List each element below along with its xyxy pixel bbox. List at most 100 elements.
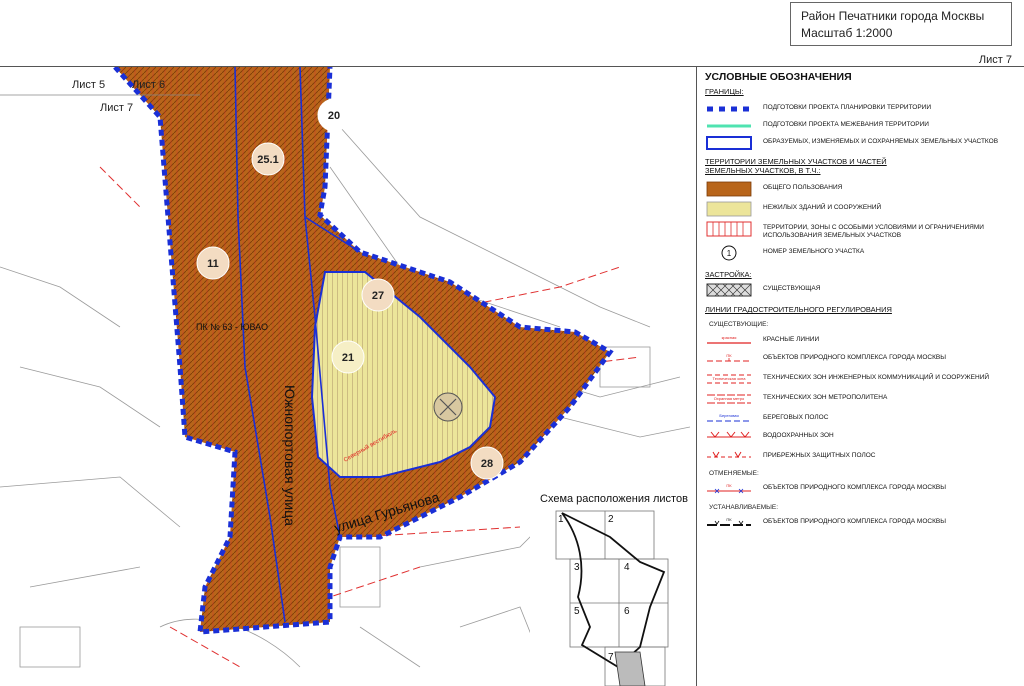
map-panel[interactable]: Лист 5 Лист 6 Лист 7 25.1 20 11 27 21 28 (0, 67, 695, 686)
legend-set-heading: УСТАНАВЛИВАЕМЫЕ: (709, 504, 779, 511)
legend-row: ПРИБРЕЖНЫХ ЗАЩИТНЫХ ПОЛОС (705, 449, 1021, 467)
sheet-label-7: Лист 7 (100, 102, 133, 114)
parcel-number-symbol: 1 (721, 245, 737, 261)
legend-title: УСЛОВНЫЕ ОБОЗНАЧЕНИЯ (705, 71, 852, 83)
inset-current-sheet (614, 651, 646, 686)
building-symbol (706, 283, 752, 297)
legend-row: красная КРАСНЫЕ ЛИНИИ (705, 333, 1021, 351)
symbol-caption: Береговая (719, 413, 738, 418)
legend-borders-heading: ГРАНИЦЫ: (705, 87, 744, 96)
legend-row: Техническая зона ТЕХНИЧЕСКИХ ЗОН ИНЖЕНЕР… (705, 371, 1021, 389)
legend-text: ТЕХНИЧЕСКИХ ЗОН ИНЖЕНЕРНЫХ КОММУНИКАЦИЙ … (763, 374, 990, 381)
symbol-caption: ПК (726, 353, 732, 358)
legend-text: ПОДГОТОВКИ ПРОЕКТА МЕЖЕВАНИЯ ТЕРРИТОРИИ (763, 121, 929, 128)
inset-cell-1: 1 (558, 514, 564, 525)
parcel-number: 21 (342, 352, 354, 364)
cancel-line-symbol: ПК (707, 483, 751, 494)
legend-lines-heading: ЛИНИИ ГРАДОСТРОИТЕЛЬНОГО РЕГУЛИРОВАНИЯ (705, 305, 892, 314)
nonresidential-symbol (706, 201, 752, 217)
shore-line-symbol: Береговая (707, 413, 751, 422)
nature-label: ПК № 63 - ЮВАО (196, 322, 268, 332)
red-line-symbol: красная (707, 335, 751, 344)
public-use-symbol (706, 181, 752, 197)
symbol-caption: красная (722, 335, 737, 340)
parcel-marker[interactable]: 25.1 (251, 142, 285, 176)
inset-title: Схема расположения листов (540, 493, 688, 505)
sheet-number: Лист 7 (978, 54, 1012, 66)
legend-existing-heading: СУЩЕСТВУЮЩИЕ: (709, 321, 769, 328)
legend-text: ОБЪЕКТОВ ПРИРОДНОГО КОМПЛЕКСА ГОРОДА МОС… (763, 354, 946, 361)
legend-row: ВОДООХРАННЫХ ЗОН (705, 429, 1021, 447)
legend-row: ОБРАЗУЕМЫХ, ИЗМЕНЯЕМЫХ И СОХРАНЯЕМЫХ ЗЕМ… (705, 135, 1021, 153)
parcel-number: 20 (328, 110, 340, 122)
legend-text: НЕЖИЛЫХ ЗДАНИЙ И СООРУЖЕНИЙ (763, 204, 882, 211)
building-existing (433, 392, 463, 422)
legend-text: ОБРАЗУЕМЫХ, ИЗМЕНЯЕМЫХ И СОХРАНЯЕМЫХ ЗЕМ… (763, 138, 999, 145)
parcel-number: 27 (372, 290, 384, 302)
inset-cell-2: 2 (608, 514, 614, 525)
legend-row: ПК ОБЪЕКТОВ ПРИРОДНОГО КОМПЛЕКСА ГОРОДА … (705, 481, 1021, 499)
metro-zone-symbol: Охранная метро (707, 394, 751, 404)
blue-box-symbol (706, 136, 752, 150)
parcel-marker[interactable]: 20 (317, 98, 351, 132)
tech-zone-symbol: Техническая зона (707, 374, 751, 384)
legend-row: ТЕРРИТОРИИ, ЗОНЫ С ОСОБЫМИ УСЛОВИЯМИ И О… (705, 221, 1021, 239)
legend-text: ПРИБРЕЖНЫХ ЗАЩИТНЫХ ПОЛОС (763, 452, 876, 459)
title-block: Район Печатники города Москвы Масштаб 1:… (790, 2, 1012, 46)
legend-text: ВОДООХРАННЫХ ЗОН (763, 432, 834, 439)
legend-row: 1 НОМЕР ЗЕМЕЛЬНОГО УЧАСТКА (705, 245, 1021, 263)
legend-text: ТЕРРИТОРИИ, ЗОНЫ С ОСОБЫМИ УСЛОВИЯМИ И О… (763, 224, 984, 239)
nature-line-symbol: ПК (707, 353, 751, 362)
legend-text: ОБЩЕГО ПОЛЬЗОВАНИЯ (763, 184, 843, 191)
legend-building-heading: ЗАСТРОЙКА: (705, 270, 752, 279)
legend-text: ОБЪЕКТОВ ПРИРОДНОГО КОМПЛЕКСА ГОРОДА МОС… (763, 518, 946, 525)
inset-cell-5: 5 (574, 606, 580, 617)
parcel-number: 28 (481, 458, 493, 470)
legend-text: НОМЕР ЗЕМЕЛЬНОГО УЧАСТКА (763, 248, 865, 255)
parcel-symbol-number: 1 (727, 249, 732, 258)
inset-cell-7: 7 (608, 652, 614, 663)
parcel-number: 11 (207, 258, 219, 270)
sheet-label-6: Лист 6 (132, 79, 165, 91)
symbol-caption: Техническая зона (713, 376, 747, 381)
parcel-marker[interactable]: 11 (196, 246, 230, 280)
green-line-symbol (707, 124, 751, 128)
inset-cell-6: 6 (624, 606, 630, 617)
map-canvas[interactable]: Лист 5 Лист 6 Лист 7 25.1 20 11 27 21 28 (0, 67, 695, 686)
coastal-zone-symbol (707, 451, 751, 458)
legend-row: ПК ОБЪЕКТОВ ПРИРОДНОГО КОМПЛЕКСА ГОРОДА … (705, 515, 1021, 533)
legend-row: ОБЩЕГО ПОЛЬЗОВАНИЯ (705, 181, 1021, 199)
inset-cell-4: 4 (624, 562, 630, 573)
legend-text: ОБЪЕКТОВ ПРИРОДНОГО КОМПЛЕКСА ГОРОДА МОС… (763, 484, 946, 491)
set-line-symbol: ПК (707, 517, 751, 526)
legend-row: Охранная метро ТЕХНИЧЕСКИХ ЗОН МЕТРОПОЛИ… (705, 391, 1021, 409)
inset-cell-3: 3 (574, 562, 580, 573)
blue-dashed-symbol (707, 106, 751, 112)
legend-row: Береговая БЕРЕГОВЫХ ПОЛОС (705, 411, 1021, 429)
scale-label: Масштаб 1:2000 (801, 26, 893, 40)
legend-cancel-heading: ОТМЕНЯЕМЫЕ: (709, 470, 759, 477)
symbol-caption: ПК (726, 517, 732, 522)
symbol-caption: ПК (726, 483, 732, 488)
district-title: Район Печатники города Москвы (801, 9, 985, 23)
parcel-marker[interactable]: 21 (331, 340, 365, 374)
parcel-marker[interactable]: 27 (361, 278, 395, 312)
symbol-caption: Охранная метро (714, 396, 745, 401)
legend-row: ПОДГОТОВКИ ПРОЕКТА МЕЖЕВАНИЯ ТЕРРИТОРИИ (705, 118, 1021, 136)
legend-text: КРАСНЫЕ ЛИНИИ (763, 336, 820, 343)
legend-text: ТЕХНИЧЕСКИХ ЗОН МЕТРОПОЛИТЕНА (763, 394, 888, 401)
legend-row: НЕЖИЛЫХ ЗДАНИЙ И СООРУЖЕНИЙ (705, 201, 1021, 219)
legend-territories-heading: ТЕРРИТОРИИ ЗЕМЕЛЬНЫХ УЧАСТКОВ И ЧАСТЕЙ З… (705, 157, 887, 175)
legend-row: ПОДГОТОВКИ ПРОЕКТА ПЛАНИРОВКИ ТЕРРИТОРИИ (705, 101, 1021, 119)
legend-row: СУЩЕСТВУЮЩАЯ (705, 282, 1021, 300)
water-zone-symbol (707, 431, 751, 438)
street-yuzhnoportovaya: Южнопортовая улица (282, 385, 298, 526)
parcel-number: 25.1 (257, 154, 278, 166)
sheet-label-5: Лист 5 (72, 79, 105, 91)
legend-text: БЕРЕГОВЫХ ПОЛОС (763, 414, 829, 421)
legend-panel: УСЛОВНЫЕ ОБОЗНАЧЕНИЯ ГРАНИЦЫ: ПОДГОТОВКИ… (696, 67, 1024, 686)
parcel-marker[interactable]: 28 (470, 446, 504, 480)
legend-text: ПОДГОТОВКИ ПРОЕКТА ПЛАНИРОВКИ ТЕРРИТОРИИ (763, 104, 932, 111)
restriction-zone-symbol (706, 221, 752, 237)
legend-text: СУЩЕСТВУЮЩАЯ (763, 285, 821, 292)
